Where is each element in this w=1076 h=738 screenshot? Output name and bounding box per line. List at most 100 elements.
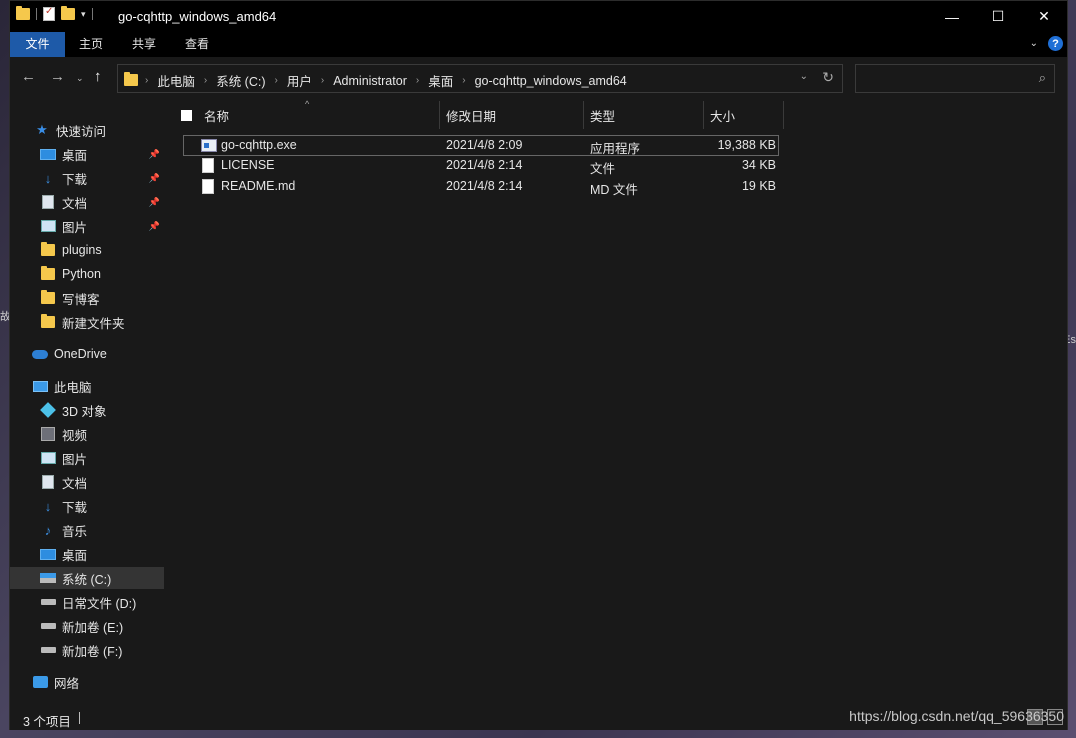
- pin-icon[interactable]: 📌: [149, 197, 160, 208]
- sidebar-item-onedrive[interactable]: OneDrive: [10, 343, 164, 365]
- document-icon: [42, 195, 54, 209]
- breadcrumb-desktop[interactable]: 桌面: [422, 71, 459, 90]
- search-input[interactable]: ⌕: [855, 64, 1055, 93]
- breadcrumb-separator-icon[interactable]: ›: [413, 75, 422, 86]
- back-arrow-icon[interactable]: ←: [21, 68, 36, 85]
- new-folder-icon[interactable]: [61, 6, 75, 20]
- refresh-icon[interactable]: ↻: [822, 69, 834, 86]
- sidebar-item-3d-objects[interactable]: 3D 对象: [10, 399, 164, 421]
- file-type: 文件: [590, 162, 616, 176]
- minimize-button[interactable]: —: [929, 1, 975, 32]
- sidebar-item-pc-desktop[interactable]: 桌面: [10, 543, 164, 565]
- sidebar-item-new-folder[interactable]: 新建文件夹: [10, 311, 164, 333]
- file-icon: [202, 179, 214, 194]
- breadcrumb-separator-icon[interactable]: ›: [142, 75, 151, 86]
- recent-locations-chevron-icon[interactable]: ⌄: [76, 73, 84, 84]
- breadcrumb-this-pc[interactable]: 此电脑: [151, 71, 201, 90]
- customize-toolbar-chevron-icon[interactable]: ▾: [81, 9, 86, 20]
- sidebar-item-system-drive[interactable]: 系统 (C:): [10, 567, 164, 589]
- item-count: 3 个项目: [23, 715, 71, 729]
- sidebar-item-documents[interactable]: 文档 📌: [10, 191, 164, 213]
- title-bar: ▾ go-cqhttp_windows_amd64 — ☐ ✕: [10, 1, 1067, 32]
- expand-ribbon-chevron-icon[interactable]: ⌄: [1030, 38, 1038, 49]
- sidebar-item-drive-e[interactable]: 新加卷 (E:): [10, 615, 164, 637]
- file-row[interactable]: LICENSE 2021/4/8 2:14 文件 34 KB: [183, 156, 779, 177]
- breadcrumb-current-folder[interactable]: go-cqhttp_windows_amd64: [469, 74, 633, 88]
- help-icon[interactable]: ?: [1048, 36, 1063, 51]
- folder-icon: [41, 266, 55, 280]
- sidebar-item-videos[interactable]: 视频: [10, 423, 164, 445]
- breadcrumb-administrator[interactable]: Administrator: [327, 74, 413, 88]
- maximize-button[interactable]: ☐: [975, 1, 1021, 32]
- quick-access-toolbar: ▾: [16, 6, 93, 21]
- column-header-type[interactable]: 类型: [584, 101, 704, 129]
- sidebar-item-drive-f[interactable]: 新加卷 (F:): [10, 639, 164, 661]
- breadcrumb-system-drive[interactable]: 系统 (C:): [210, 71, 271, 90]
- breadcrumb-separator-icon[interactable]: ›: [318, 75, 327, 86]
- folder-icon: [41, 242, 55, 256]
- file-modified: 2021/4/8 2:14: [446, 179, 523, 193]
- sidebar-item-this-pc[interactable]: 此电脑: [10, 375, 164, 397]
- select-all-checkbox[interactable]: [181, 110, 192, 121]
- file-modified: 2021/4/8 2:09: [446, 138, 523, 152]
- column-header-name[interactable]: 名称: [198, 101, 440, 129]
- computer-icon: [32, 380, 48, 392]
- forward-arrow-icon[interactable]: →: [50, 68, 65, 85]
- desktop-icon: [40, 148, 56, 160]
- download-icon: ↓: [44, 498, 52, 514]
- file-row[interactable]: README.md 2021/4/8 2:14 MD 文件 19 KB: [183, 177, 779, 198]
- music-icon: ♪: [44, 522, 52, 538]
- file-explorer-window: ▾ go-cqhttp_windows_amd64 — ☐ ✕ 文件 主页 共享…: [9, 0, 1068, 730]
- file-icon: [202, 158, 214, 173]
- watermark-text: https://blog.csdn.net/qq_59636350: [849, 708, 1064, 724]
- breadcrumb-users[interactable]: 用户: [281, 71, 318, 90]
- file-size: 34 KB: [741, 158, 776, 172]
- file-name: go-cqhttp.exe: [221, 138, 297, 152]
- tab-home[interactable]: 主页: [70, 32, 112, 57]
- sidebar-item-desktop[interactable]: 桌面 📌: [10, 143, 164, 165]
- sidebar-item-quick-access[interactable]: ★ 快速访问: [10, 119, 164, 141]
- sidebar-item-pictures[interactable]: 图片 📌: [10, 215, 164, 237]
- picture-icon: [40, 452, 56, 464]
- column-header-size[interactable]: 大小: [704, 101, 784, 129]
- sidebar-item-plugins[interactable]: plugins: [10, 239, 164, 261]
- breadcrumb-separator-icon[interactable]: ›: [459, 75, 468, 86]
- breadcrumb-separator-icon[interactable]: ›: [272, 75, 281, 86]
- address-history-chevron-icon[interactable]: ⌄: [800, 71, 808, 82]
- sidebar-item-blog[interactable]: 写博客: [10, 287, 164, 309]
- document-icon: [42, 475, 54, 489]
- file-list: ^ 名称 修改日期 类型 大小 go-cqhttp.exe 2021/4/8 2…: [166, 99, 1067, 705]
- sidebar-item-pc-pictures[interactable]: 图片: [10, 447, 164, 469]
- folder-icon: [41, 290, 55, 304]
- sidebar-item-pc-documents[interactable]: 文档: [10, 471, 164, 493]
- tab-share[interactable]: 共享: [123, 32, 165, 57]
- up-arrow-icon[interactable]: ↑: [94, 68, 102, 85]
- sidebar-item-pc-downloads[interactable]: ↓ 下载: [10, 495, 164, 517]
- sidebar-item-network[interactable]: 网络: [10, 671, 164, 693]
- star-icon: ★: [36, 122, 48, 137]
- pin-icon[interactable]: 📌: [149, 149, 160, 160]
- network-icon: [32, 676, 48, 688]
- sidebar-item-drive-d[interactable]: 日常文件 (D:): [10, 591, 164, 613]
- tab-view[interactable]: 查看: [176, 32, 218, 57]
- column-header-modified[interactable]: 修改日期: [440, 101, 584, 129]
- address-bar[interactable]: › 此电脑 › 系统 (C:) › 用户 › Administrator › 桌…: [117, 64, 843, 93]
- properties-icon[interactable]: [43, 6, 55, 21]
- pin-icon[interactable]: 📌: [149, 221, 160, 232]
- close-button[interactable]: ✕: [1021, 1, 1067, 32]
- cloud-icon: [32, 349, 48, 359]
- breadcrumb-separator-icon[interactable]: ›: [201, 75, 210, 86]
- file-modified: 2021/4/8 2:14: [446, 158, 523, 172]
- folder-icon: [124, 72, 138, 86]
- sidebar-item-python[interactable]: Python: [10, 263, 164, 285]
- file-type: MD 文件: [590, 183, 638, 197]
- sidebar-item-music[interactable]: ♪ 音乐: [10, 519, 164, 541]
- sidebar-item-downloads[interactable]: ↓ 下载 📌: [10, 167, 164, 189]
- breadcrumb: › 此电脑 › 系统 (C:) › 用户 › Administrator › 桌…: [142, 71, 633, 90]
- ribbon-right-controls: ⌄ ?: [1030, 36, 1063, 51]
- system-drive-icon: [40, 573, 56, 583]
- desktop-icon: [40, 548, 56, 560]
- tab-file[interactable]: 文件: [10, 32, 65, 57]
- pin-icon[interactable]: 📌: [149, 173, 160, 184]
- file-row[interactable]: go-cqhttp.exe 2021/4/8 2:09 应用程序 19,388 …: [183, 135, 779, 156]
